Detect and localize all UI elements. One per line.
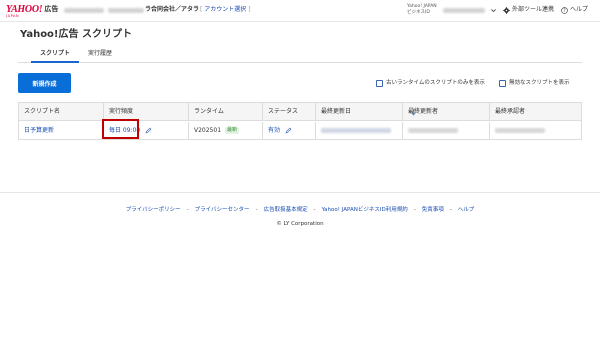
gear-icon — [503, 6, 510, 14]
top-bar: YAHOO! JAPAN 広告 ラ合同会社／アタラ [ アカウント選択 ] Ya… — [0, 0, 600, 22]
highlight-annotation-box — [102, 119, 139, 139]
footer-link-disclaimer[interactable]: 免責事項 — [422, 207, 444, 213]
account-company-name: ラ合同会社／アタラ — [145, 6, 200, 13]
filter-invalid-checkbox[interactable] — [499, 79, 506, 87]
column-header-last-approved-by[interactable]: 最終承認者 — [490, 103, 581, 121]
account-id-redacted — [64, 8, 104, 13]
filter-invalid-label: 無効なスクリプトを表示 — [509, 80, 570, 86]
footer: プライバシーポリシー - プライバシーセンター - 広告取扱基本規定 - Yahoo! JA… — [0, 192, 600, 338]
footer-separator: - — [255, 207, 258, 213]
business-id-redacted — [443, 8, 485, 13]
status-cell: 有効 — [263, 122, 316, 139]
copyright: © LY Corporation — [276, 221, 324, 227]
footer-link-privacy-policy[interactable]: プライバシーポリシー — [126, 207, 181, 213]
pencil-icon[interactable] — [285, 127, 292, 134]
footer-separator: - — [449, 207, 452, 213]
pencil-icon[interactable] — [145, 127, 152, 134]
tab-bar: スクリプト 実行履歴 — [18, 46, 582, 63]
column-header-last-updated[interactable]: 最終更新日 — [316, 103, 403, 121]
footer-link-business-id-terms[interactable]: Yahoo! JAPANビジネスID利用規約 — [322, 207, 408, 213]
help-link[interactable]: ? ヘルプ — [561, 6, 588, 14]
last-updated-redacted — [321, 128, 391, 133]
script-name-link[interactable]: 日予算更新 — [19, 122, 104, 139]
account-name-redacted — [108, 8, 144, 13]
footer-links: プライバシーポリシー - プライバシーセンター - 広告取扱基本規定 - Yahoo! JA… — [0, 206, 600, 214]
active-tab-indicator — [31, 61, 79, 63]
business-id-label: Yahoo! JAPAN ビジネスID — [407, 4, 437, 16]
sort-descending-icon[interactable] — [410, 108, 417, 116]
runtime-latest-badge: 最新 — [224, 127, 239, 134]
tab-scripts[interactable]: スクリプト — [31, 50, 79, 58]
yahoo-ads-logo[interactable]: YAHOO! JAPAN 広告 — [6, 4, 59, 19]
external-tools-link[interactable]: 外部ツール連携 — [503, 6, 554, 14]
footer-separator: - — [413, 207, 416, 213]
account-select-link[interactable]: [ アカウント選択 ] — [200, 6, 251, 14]
filter-invalid[interactable]: 無効なスクリプトを表示 — [499, 79, 570, 87]
filter-old-runtime-checkbox[interactable] — [376, 79, 383, 87]
footer-separator: - — [313, 207, 316, 213]
column-header-script-name[interactable]: スクリプト名 — [19, 103, 104, 121]
logo-text: YAHOO! — [6, 4, 43, 15]
filter-old-runtime-label: 古いランタイムのスクリプトのみを表示 — [386, 80, 485, 86]
chevron-down-icon[interactable] — [490, 7, 497, 14]
external-tools-label: 外部ツール連携 — [512, 6, 555, 13]
footer-link-help[interactable]: ヘルプ — [458, 207, 475, 213]
last-approved-by-redacted — [495, 128, 545, 133]
new-script-button[interactable]: 新規作成 — [18, 73, 71, 93]
column-header-status[interactable]: ステータス — [263, 103, 316, 121]
logo-sub-text: JAPAN — [6, 14, 20, 18]
last-updated-by-redacted — [408, 128, 458, 133]
account-select-label: アカウント選択 — [204, 6, 247, 13]
svg-text:?: ? — [563, 8, 565, 13]
column-header-runtime[interactable]: ランタイム — [189, 103, 263, 121]
runtime-cell: V202501 最新 — [189, 122, 263, 139]
runtime-value: V202501 — [194, 127, 222, 134]
page-title: Yahoo!広告 スクリプト — [20, 29, 132, 40]
footer-link-ad-terms[interactable]: 広告取扱基本規定 — [264, 207, 308, 213]
help-label: ヘルプ — [570, 6, 589, 13]
tab-execution-history[interactable]: 実行履歴 — [80, 50, 120, 58]
status-link[interactable]: 有効 — [268, 127, 280, 134]
footer-link-privacy-center[interactable]: プライバシーセンター — [195, 207, 250, 213]
business-id-label-line2: ビジネスID — [407, 10, 430, 15]
logo-product-text: 広告 — [44, 5, 59, 13]
help-circle-icon: ? — [561, 6, 568, 14]
footer-separator: - — [186, 207, 189, 213]
filter-old-runtime[interactable]: 古いランタイムのスクリプトのみを表示 — [376, 79, 485, 87]
